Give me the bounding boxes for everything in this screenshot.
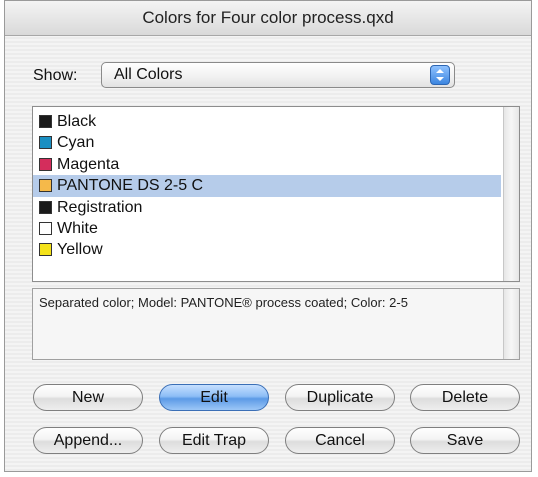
list-item[interactable]: Registration [33,197,501,218]
color-name: Yellow [57,241,103,259]
show-label: Show: [33,67,78,84]
colors-dialog: Colors for Four color process.qxd Show: … [4,0,532,472]
color-list-scrollbar[interactable] [503,107,519,281]
color-name: Cyan [57,134,95,152]
list-item[interactable]: Magenta [33,154,501,175]
color-list[interactable]: Black Cyan Magenta PANTONE DS 2-5 C Regi… [32,106,520,282]
up-down-arrows-icon [430,65,450,85]
color-info-panel: Separated color; Model: PANTONE® process… [32,288,520,360]
list-item[interactable]: PANTONE DS 2-5 C [33,175,501,197]
list-item[interactable]: Cyan [33,132,501,153]
color-info-text: Separated color; Model: PANTONE® process… [39,295,408,310]
new-button[interactable]: New [33,384,143,411]
list-item[interactable]: Black [33,111,501,132]
window-title: Colors for Four color process.qxd [5,1,531,36]
delete-button[interactable]: Delete [410,384,520,411]
save-button[interactable]: Save [410,427,520,454]
color-swatch-icon [39,157,52,171]
cancel-button[interactable]: Cancel [285,427,395,454]
color-swatch-icon [39,115,52,128]
edit-button[interactable]: Edit [159,384,269,411]
color-name: PANTONE DS 2-5 C [57,177,204,195]
duplicate-button[interactable]: Duplicate [285,384,395,411]
color-swatch-icon [39,200,52,214]
edit-trap-button[interactable]: Edit Trap [159,427,269,454]
color-list-items: Black Cyan Magenta PANTONE DS 2-5 C Regi… [33,111,501,261]
color-name: White [57,219,98,237]
color-name: Magenta [57,155,120,173]
color-name: Black [57,113,97,130]
list-item[interactable]: White [33,218,501,239]
color-swatch-icon [39,243,52,257]
info-scrollbar[interactable] [503,289,519,359]
color-swatch-icon [39,136,52,150]
list-item[interactable]: Yellow [33,239,501,260]
show-popup-value: All Colors [114,66,183,83]
color-name: Registration [57,198,143,216]
color-swatch-icon [39,179,52,193]
append-button[interactable]: Append... [33,427,143,454]
show-popup[interactable]: All Colors [101,62,455,88]
color-swatch-icon [39,221,52,235]
